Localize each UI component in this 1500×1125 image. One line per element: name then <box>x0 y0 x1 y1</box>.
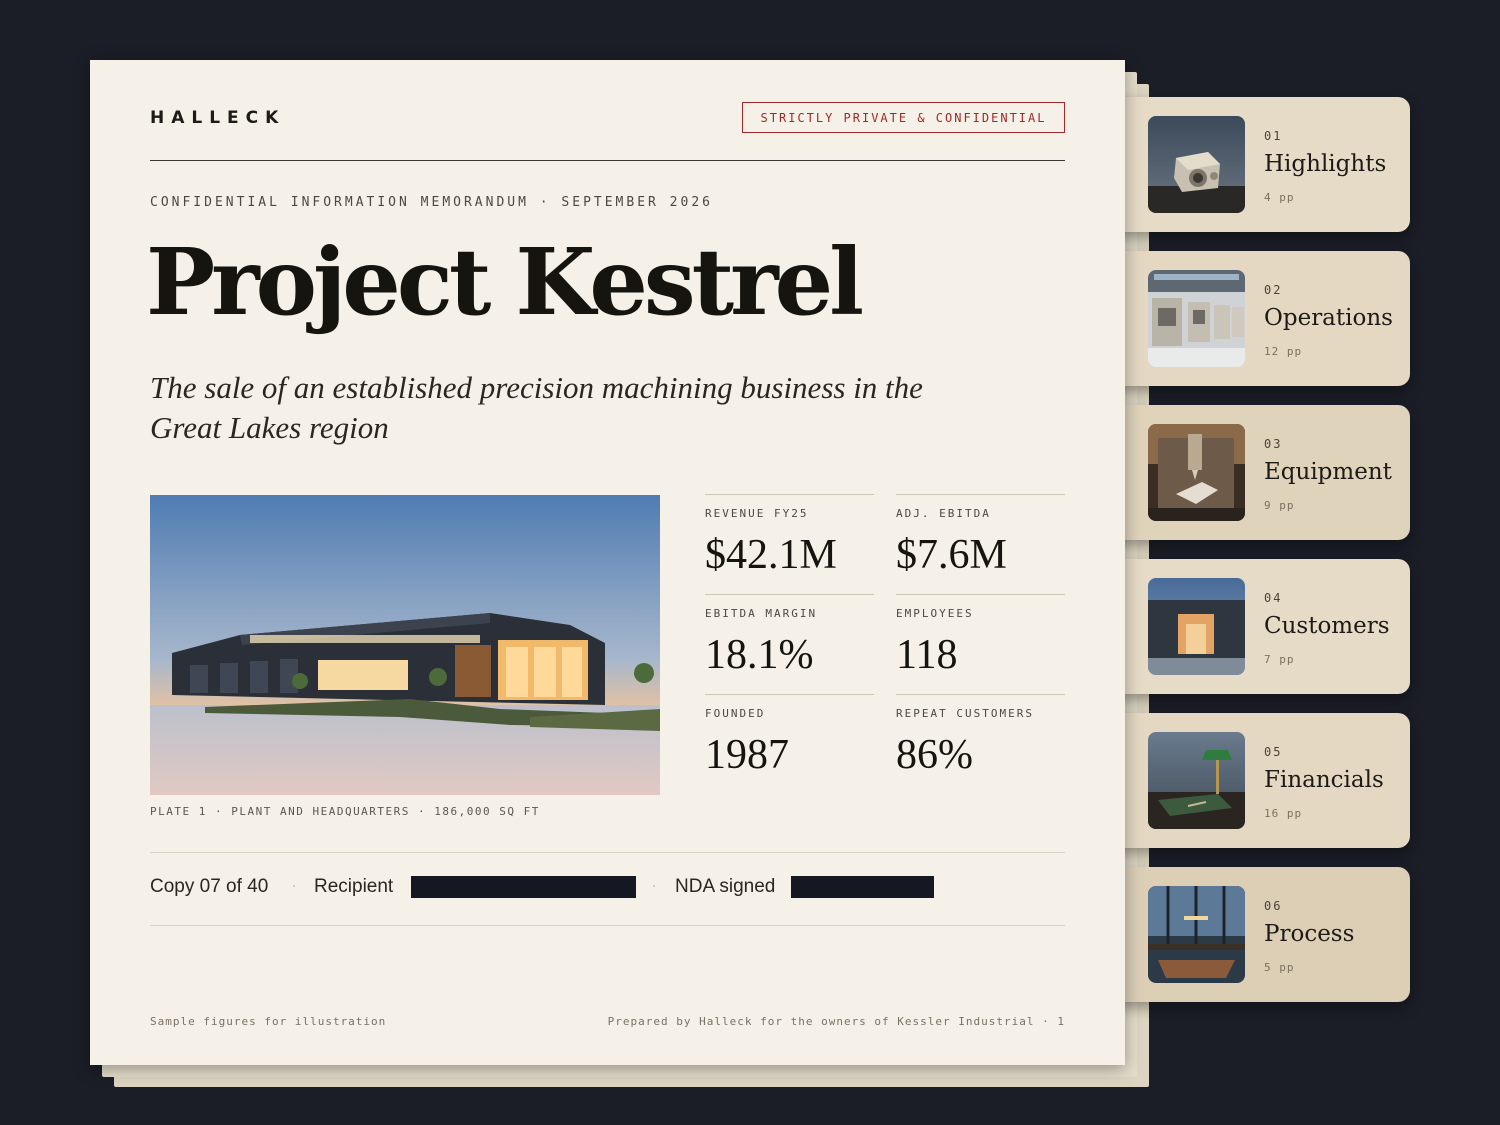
equipment-thumbnail <box>1148 424 1245 521</box>
section-number: 04 <box>1264 591 1283 605</box>
meta-divider-bottom <box>150 925 1065 926</box>
section-page-count: 16 pp <box>1264 807 1303 820</box>
stat-ebitda-margin: EBITDA MARGIN 18.1% <box>705 594 874 694</box>
plant-photo <box>150 495 660 795</box>
page-title: Project Kestrel <box>146 228 864 336</box>
section-label: Highlights <box>1264 151 1387 177</box>
section-page-count: 4 pp <box>1264 191 1295 204</box>
meta-separator: · <box>652 878 656 892</box>
section-page-count: 9 pp <box>1264 499 1295 512</box>
stat-label: REPEAT CUSTOMERS <box>896 707 1034 720</box>
section-tab-operations[interactable]: 02 Operations 12 pp <box>1112 251 1410 386</box>
customers-thumbnail <box>1148 578 1245 675</box>
stat-label: ADJ. EBITDA <box>896 507 991 520</box>
section-tab-highlights[interactable]: 01 Highlights 4 pp <box>1112 97 1410 232</box>
process-thumbnail <box>1148 886 1245 983</box>
stat-repeat-customers: REPEAT CUSTOMERS 86% <box>896 694 1065 794</box>
highlights-thumbnail <box>1148 116 1245 213</box>
recipient-redaction <box>411 876 636 898</box>
section-number: 01 <box>1264 129 1283 143</box>
stat-value: $42.1M <box>705 532 837 578</box>
section-page-count: 12 pp <box>1264 345 1303 358</box>
photo-caption: PLATE 1 · PLANT AND HEADQUARTERS · 186,0… <box>150 805 540 818</box>
page-subtitle: The sale of an established precision mac… <box>150 370 923 445</box>
stat-value: 18.1% <box>705 632 814 678</box>
meta-divider-top <box>150 852 1065 853</box>
stat-revenue: REVENUE FY25 $42.1M <box>705 494 874 594</box>
section-label: Operations <box>1264 305 1393 331</box>
section-tab-process[interactable]: 06 Process 5 pp <box>1112 867 1410 1002</box>
recipient-label: Recipient <box>314 876 394 897</box>
section-number: 06 <box>1264 899 1283 913</box>
nda-label: NDA signed <box>675 876 776 897</box>
footer-disclaimer: Sample figures for illustration <box>150 1015 387 1028</box>
header-rule <box>150 160 1065 161</box>
section-number: 05 <box>1264 745 1283 759</box>
operations-thumbnail <box>1148 270 1245 367</box>
nda-redaction <box>791 876 934 898</box>
meta-separator: · <box>292 878 296 892</box>
section-label: Process <box>1264 921 1355 947</box>
stat-employees: EMPLOYEES 118 <box>896 594 1065 694</box>
stat-founded: FOUNDED 1987 <box>705 694 874 794</box>
stat-label: FOUNDED <box>705 707 766 720</box>
section-label: Customers <box>1264 613 1390 639</box>
stat-adj-ebitda: ADJ. EBITDA $7.6M <box>896 494 1065 594</box>
copy-number: Copy 07 of 40 <box>150 876 269 897</box>
section-tab-financials[interactable]: 05 Financials 16 pp <box>1112 713 1410 848</box>
memorandum-cover-page: HALLECK STRICTLY PRIVATE & CONFIDENTIAL … <box>90 60 1125 1065</box>
financials-thumbnail <box>1148 732 1245 829</box>
section-label: Equipment <box>1264 459 1392 485</box>
stat-label: EMPLOYEES <box>896 607 974 620</box>
footer-prepared-by: Prepared by Halleck for the owners of Ke… <box>607 1015 1065 1028</box>
stat-value: $7.6M <box>896 532 1007 578</box>
section-tab-customers[interactable]: 04 Customers 7 pp <box>1112 559 1410 694</box>
section-number: 03 <box>1264 437 1283 451</box>
section-label: Financials <box>1264 767 1384 793</box>
stat-value: 1987 <box>705 732 789 778</box>
stat-value: 118 <box>896 632 958 678</box>
stat-label: REVENUE FY25 <box>705 507 809 520</box>
document-kicker: CONFIDENTIAL INFORMATION MEMORANDUM · SE… <box>150 195 713 210</box>
brand-wordmark: HALLECK <box>150 108 286 128</box>
section-tab-equipment[interactable]: 03 Equipment 9 pp <box>1112 405 1410 540</box>
confidential-stamp: STRICTLY PRIVATE & CONFIDENTIAL <box>742 102 1065 133</box>
section-number: 02 <box>1264 283 1283 297</box>
stat-value: 86% <box>896 732 973 778</box>
stat-label: EBITDA MARGIN <box>705 607 818 620</box>
section-page-count: 5 pp <box>1264 961 1295 974</box>
section-page-count: 7 pp <box>1264 653 1295 666</box>
